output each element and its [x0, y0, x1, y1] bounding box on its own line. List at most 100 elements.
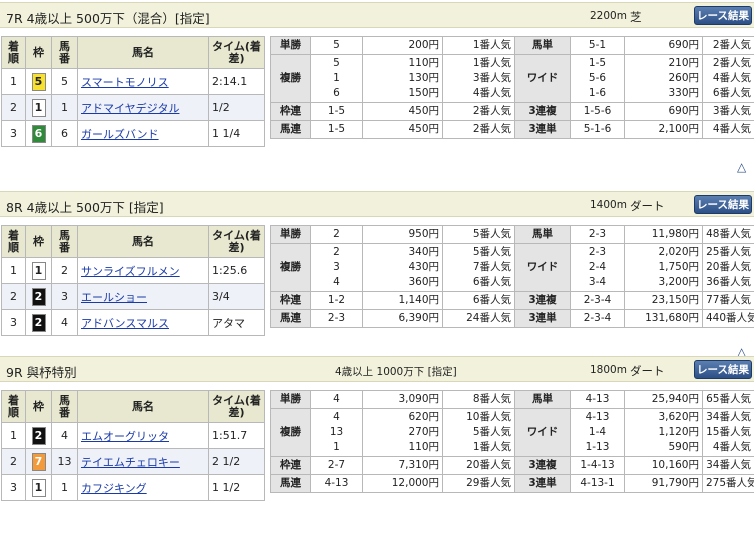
payout-umatan-num: 2-3: [570, 225, 625, 244]
horse-name-link[interactable]: カフジキング: [81, 482, 147, 495]
payout-fukusho-num-value: 6: [333, 87, 340, 99]
horse-name-link[interactable]: サンライズフルメン: [81, 265, 180, 278]
payout-wide-num-value: 1-13: [585, 441, 610, 453]
payout-fukusho-yen-value: 430円: [408, 261, 439, 273]
payout-fukusho-yen-value: 620円: [408, 411, 439, 423]
payout-wide-pop-value: 20番人気: [706, 261, 751, 273]
payout-umatan-pop: 48番人気: [702, 225, 754, 244]
payout-row: 複勝 4 13 1 620円 270円 110円 10番人気 5番人気 1番人気 ワイド 4-13 1-…: [270, 408, 754, 457]
finish-position: 2: [1, 94, 26, 121]
payout-tansho-num-value: 5: [333, 39, 340, 51]
payout-label-wide: ワイド: [514, 408, 571, 457]
horse-name-link[interactable]: エールショー: [81, 291, 147, 304]
payout-wide-yen-value: 260円: [668, 72, 699, 84]
payout-umatan-pop-value: 48番人気: [706, 228, 751, 240]
payout-sanrentan-yen: 2,100円: [624, 120, 703, 139]
race-result-button[interactable]: レース結果: [694, 195, 752, 214]
payout-sanrenpuku-num-value: 1-5-6: [583, 105, 612, 117]
payout-umaren-yen: 6,390円: [362, 309, 443, 328]
payout-wide-pop-value: 34番人気: [706, 411, 751, 423]
payout-label-sanrenpuku: 3連複: [514, 291, 571, 310]
horse-number: 1: [51, 94, 78, 121]
payout-umatan-yen: 11,980円: [624, 225, 703, 244]
payout-tansho-yen-value: 3,090円: [398, 393, 439, 405]
payout-row: 馬連 2-3 6,390円 24番人気 3連単 2-3-4 131,680円 440番人気: [270, 309, 754, 328]
payout-sanrentan-num: 5-1-6: [570, 120, 625, 139]
payout-fukusho-yen-value: 340円: [408, 246, 439, 258]
payout-wide-pop-value: 36番人気: [706, 276, 751, 288]
payout-sanrentan-num-value: 4-13-1: [580, 477, 615, 489]
payout-label-tansho: 単勝: [270, 36, 311, 55]
payout-umaren-num: 4-13: [310, 474, 363, 493]
payout-umatan-yen-value: 11,980円: [651, 228, 699, 240]
finish-position: 1: [1, 422, 26, 449]
payout-umaren-pop-value: 2番人気: [472, 123, 511, 135]
race-distance: 1800m: [590, 364, 627, 376]
horse-name-link[interactable]: テイエムチェロキー: [81, 456, 180, 469]
payout-fukusho-num-value: 4: [333, 276, 340, 288]
payout-label-umaren: 馬連: [270, 474, 311, 493]
horse-table: 着順枠馬番 馬名 タイム(着差) 1 2 4 エムオーグリッタ 1:51.7 2 7 13 テイエムチ…: [1, 390, 265, 501]
finish-position: 2: [1, 283, 26, 310]
payout-wide-pop-value: 4番人気: [712, 441, 751, 453]
payout-fukusho-pop-value: 1番人気: [472, 57, 511, 69]
payout-tansho-num-value: 2: [333, 228, 340, 240]
payout-umatan-pop-value: 65番人気: [706, 393, 751, 405]
header-time: タイム(着差): [208, 390, 265, 423]
finish-position: 2: [1, 448, 26, 475]
payout-wakuren-yen-value: 1,140円: [398, 294, 439, 306]
race-header: 7R 4歳以上 500万下（混合）[指定] 2200m 芝 レース結果: [0, 2, 754, 28]
payout-wide-pop-value: 4番人気: [712, 72, 751, 84]
payout-wide-pop: 2番人気 4番人気 6番人気: [702, 54, 754, 103]
payout-row: 複勝 2 3 4 340円 430円 360円 5番人気 7番人気 6番人気 ワイド 2-3 2-4 3-…: [270, 243, 754, 292]
header-waku: 枠: [25, 36, 52, 69]
header-chaku: 着順: [1, 36, 26, 69]
payout-fukusho-yen-value: 110円: [408, 441, 439, 453]
horse-row: 1 5 5 スマートモノリス 2:14.1: [1, 68, 265, 95]
payout-tansho-yen: 950円: [362, 225, 443, 244]
payout-sanrentan-pop: 440番人気: [702, 309, 754, 328]
back-to-top-link[interactable]: △: [737, 160, 746, 174]
payout-sanrentan-num: 4-13-1: [570, 474, 625, 493]
payout-tansho-pop-value: 5番人気: [472, 228, 511, 240]
payout-wakuren-pop-value: 20番人気: [466, 459, 511, 471]
horse-name-link[interactable]: ガールズバンド: [81, 128, 159, 141]
horse-name-link[interactable]: エムオーグリッタ: [81, 430, 169, 443]
payout-wide-num-value: 1-6: [588, 87, 607, 99]
horse-name-cell: アドバンスマルス: [77, 309, 209, 336]
payout-row: 馬連 1-5 450円 2番人気 3連単 5-1-6 2,100円 4番人気: [270, 120, 754, 139]
payout-wakuren-num-value: 1-5: [327, 105, 346, 117]
horse-name-link[interactable]: アドバンスマルス: [81, 317, 169, 330]
payout-row: 複勝 5 1 6 110円 130円 150円 1番人気 3番人気 4番人気 ワイド 1-5 5-6 1-…: [270, 54, 754, 103]
payout-sanrenpuku-pop: 77番人気: [702, 291, 754, 310]
waku-cell: 2: [25, 422, 52, 449]
payout-umaren-num-value: 4-13: [324, 477, 349, 489]
payout-umatan-num-value: 2-3: [588, 228, 607, 240]
payout-fukusho-pop-value: 6番人気: [472, 276, 511, 288]
horse-name-link[interactable]: スマートモノリス: [81, 76, 169, 89]
payout-wakuren-pop-value: 6番人気: [472, 294, 511, 306]
payout-label-wide: ワイド: [514, 243, 571, 292]
payout-wakuren-yen: 1,140円: [362, 291, 443, 310]
finish-time: 1 1/2: [208, 474, 265, 501]
header-chaku: 着順: [1, 225, 26, 258]
horse-name-cell: サンライズフルメン: [77, 257, 209, 284]
finish-position: 3: [1, 474, 26, 501]
payout-label-umatan: 馬単: [514, 36, 571, 55]
waku-cell: 5: [25, 68, 52, 95]
race-distance: 2200m: [590, 10, 627, 22]
payout-label-sanrenpuku: 3連複: [514, 456, 571, 475]
finish-time: 2 1/2: [208, 448, 265, 475]
payout-row: 枠連 1-5 450円 2番人気 3連複 1-5-6 690円 3番人気: [270, 102, 754, 121]
payout-label-fukusho: 複勝: [270, 243, 311, 292]
race-result-button[interactable]: レース結果: [694, 6, 752, 25]
payout-umaren-num-value: 2-3: [327, 312, 346, 324]
horse-name-link[interactable]: アドマイヤデジタル: [81, 102, 179, 115]
payout-label-sanrenpuku: 3連複: [514, 102, 571, 121]
finish-time: 1:51.7: [208, 422, 265, 449]
horse-row: 1 2 4 エムオーグリッタ 1:51.7: [1, 422, 265, 449]
payout-umatan-pop: 2番人気: [702, 36, 754, 55]
race-result-button[interactable]: レース結果: [694, 360, 752, 379]
payout-fukusho-pop-value: 4番人気: [472, 87, 511, 99]
header-umaban: 馬番: [51, 36, 78, 69]
